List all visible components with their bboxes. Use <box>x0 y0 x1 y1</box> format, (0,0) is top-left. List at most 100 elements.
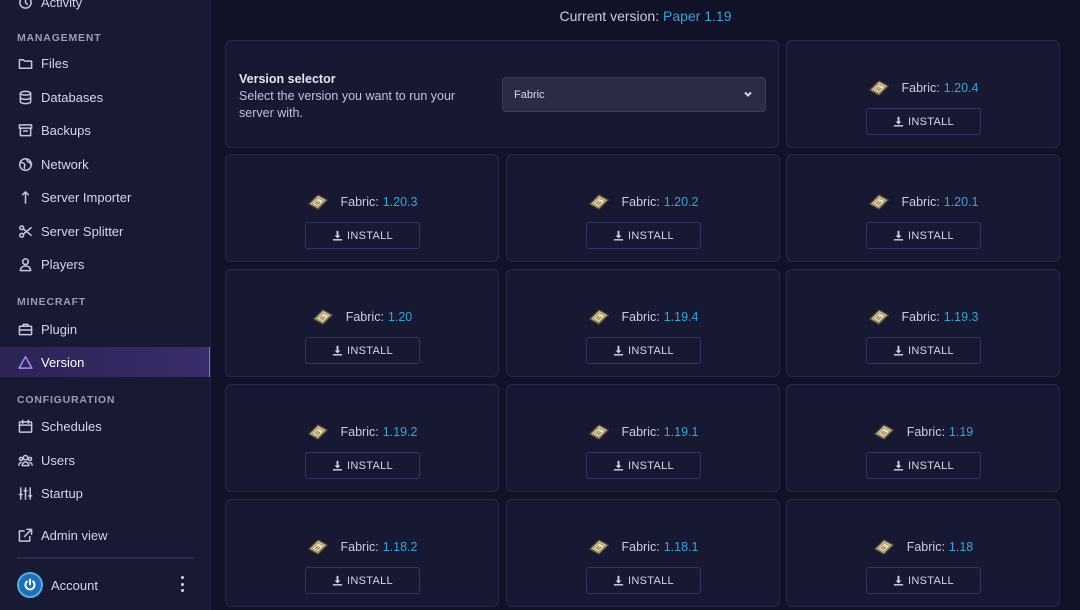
folder-icon <box>17 55 33 71</box>
sidebar-item-label: Activity <box>41 0 83 10</box>
power-icon <box>24 578 36 591</box>
fabric-ticket-icon <box>588 424 609 440</box>
version-number: 1.20.1 <box>943 195 979 209</box>
sidebar-item-label: Players <box>41 256 85 272</box>
version-line: Fabric: 1.19.1 <box>507 423 779 441</box>
calendar-icon <box>17 418 33 434</box>
sidebar-item-players[interactable]: Players <box>0 249 210 279</box>
sidebar-item-plugin[interactable]: Plugin <box>0 314 210 344</box>
sidebar-item-server-importer[interactable]: Server Importer <box>0 182 210 212</box>
fabric-ticket-icon <box>307 539 328 555</box>
download-icon <box>893 345 904 356</box>
install-button[interactable]: INSTALL <box>866 337 981 364</box>
scissors-icon <box>17 223 33 239</box>
version-number: 1.18 <box>948 540 974 554</box>
version-card: Fabric: 1.20 INSTALL <box>225 269 499 377</box>
version-card: Fabric: 1.20.2 INSTALL <box>506 154 780 262</box>
version-name: Fabric: <box>621 540 660 554</box>
version-type-selected: Fabric <box>514 88 545 101</box>
sidebar-item-label: Plugin <box>41 321 78 337</box>
download-icon <box>893 460 904 471</box>
version-card: Fabric: 1.19.3 INSTALL <box>786 269 1060 377</box>
install-button[interactable]: INSTALL <box>586 567 701 594</box>
version-name: Fabric: <box>340 195 379 209</box>
version-name: Fabric: <box>340 425 379 439</box>
version-card: Fabric: 1.19 INSTALL <box>786 384 1060 492</box>
version-selector-card: Version selector Select the version you … <box>225 40 779 148</box>
install-button[interactable]: INSTALL <box>866 452 981 479</box>
account-menu[interactable]: Account <box>0 566 210 604</box>
sidebar-item-admin-view[interactable]: Admin view <box>0 520 210 550</box>
sidebar-item-label: Network <box>41 156 89 172</box>
install-label: INSTALL <box>908 344 954 357</box>
sidebar-item-label: Server Splitter <box>41 223 124 239</box>
install-button[interactable]: INSTALL <box>305 222 420 249</box>
fabric-ticket-icon <box>868 194 889 210</box>
sidebar-item-network[interactable]: Network <box>0 149 210 179</box>
version-card: Fabric: 1.18.1 INSTALL <box>506 499 780 607</box>
globe-icon <box>17 156 33 172</box>
fabric-ticket-icon <box>588 194 609 210</box>
sidebar-item-version[interactable]: Version <box>0 347 210 377</box>
version-line: Fabric: 1.20 <box>226 308 498 326</box>
download-icon <box>893 575 904 586</box>
kebab-menu-icon[interactable] <box>181 576 185 592</box>
chevron-down-icon <box>743 89 753 99</box>
install-button[interactable]: INSTALL <box>586 452 701 479</box>
download-icon <box>893 116 904 127</box>
sidebar-item-activity[interactable]: Activity <box>0 0 210 17</box>
download-icon <box>613 345 624 356</box>
install-button[interactable]: INSTALL <box>866 567 981 594</box>
version-type-select[interactable]: Fabric <box>502 77 766 112</box>
sidebar-item-startup[interactable]: Startup <box>0 478 210 508</box>
sidebar-item-server-splitter[interactable]: Server Splitter <box>0 216 210 246</box>
sidebar-item-label: Users <box>41 452 75 468</box>
download-icon <box>332 575 343 586</box>
install-button[interactable]: INSTALL <box>586 222 701 249</box>
section-label-configuration: CONFIGURATION <box>17 394 116 406</box>
version-line: Fabric: 1.20.1 <box>787 193 1059 211</box>
section-label-minecraft: MINECRAFT <box>17 296 87 308</box>
sidebar-item-label: Server Importer <box>41 189 132 205</box>
version-name: Fabric: <box>621 425 660 439</box>
version-name: Fabric: <box>901 81 940 95</box>
install-button[interactable]: INSTALL <box>305 567 420 594</box>
install-button[interactable]: INSTALL <box>866 222 981 249</box>
sidebar-item-users[interactable]: Users <box>0 445 210 475</box>
avatar <box>17 572 43 598</box>
sidebar-item-label: Admin view <box>41 527 108 543</box>
version-selector-title: Version selector <box>239 72 336 86</box>
download-icon <box>332 460 343 471</box>
version-name: Fabric: <box>906 425 945 439</box>
sidebar-item-label: Databases <box>41 89 104 105</box>
sidebar-item-label: Version <box>41 354 85 370</box>
version-number: 1.20.4 <box>943 81 979 95</box>
version-number: 1.20.2 <box>663 195 699 209</box>
sidebar-item-files[interactable]: Files <box>0 48 210 78</box>
version-selector-description: Select the version you want to run your … <box>239 89 456 120</box>
fabric-ticket-icon <box>312 309 333 325</box>
install-button[interactable]: INSTALL <box>305 337 420 364</box>
fabric-ticket-icon <box>868 309 889 325</box>
install-button[interactable]: INSTALL <box>305 452 420 479</box>
download-icon <box>613 230 624 241</box>
sliders-icon <box>17 485 33 501</box>
sidebar-item-databases[interactable]: Databases <box>0 82 210 112</box>
version-card: Fabric: 1.18 INSTALL <box>786 499 1060 607</box>
install-button[interactable]: INSTALL <box>866 108 981 135</box>
version-number: 1.19.2 <box>382 425 418 439</box>
version-line: Fabric: 1.18.2 <box>226 538 498 556</box>
download-icon <box>332 345 343 356</box>
version-line: Fabric: 1.19.2 <box>226 423 498 441</box>
install-button[interactable]: INSTALL <box>586 337 701 364</box>
fabric-ticket-icon <box>307 194 328 210</box>
version-line: Fabric: 1.19.3 <box>787 308 1059 326</box>
install-label: INSTALL <box>908 115 954 128</box>
version-card: Fabric: 1.19.1 INSTALL <box>506 384 780 492</box>
sidebar-item-label: Files <box>41 55 69 71</box>
sidebar-item-backups[interactable]: Backups <box>0 115 210 145</box>
version-card: Fabric: 1.20.1 INSTALL <box>786 154 1060 262</box>
download-icon <box>893 230 904 241</box>
install-label: INSTALL <box>908 574 954 587</box>
sidebar-item-schedules[interactable]: Schedules <box>0 411 210 441</box>
